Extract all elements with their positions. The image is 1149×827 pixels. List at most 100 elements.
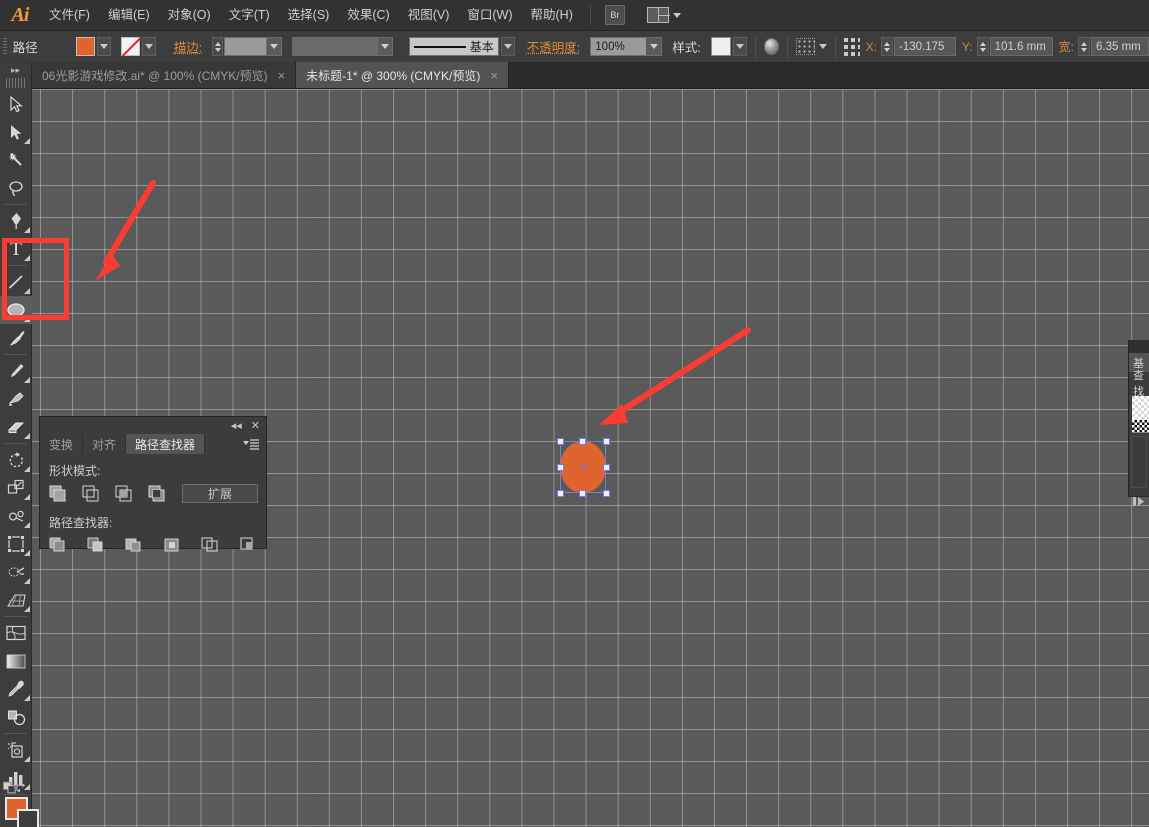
bbox-handle-tl[interactable] <box>557 438 564 445</box>
magic-wand-tool[interactable] <box>0 146 32 174</box>
collapse-icon[interactable]: ◂◂ <box>231 419 242 432</box>
pathfinder-expand-button[interactable]: 扩展 <box>182 484 258 503</box>
right-dock-content-area[interactable] <box>1131 436 1147 488</box>
bbox-handle-tr[interactable] <box>603 438 610 445</box>
rotate-tool[interactable] <box>0 446 32 474</box>
stroke-dropdown-button[interactable] <box>141 37 156 56</box>
x-stepper[interactable] <box>880 37 893 56</box>
pathfinder-intersect-button[interactable] <box>114 485 134 503</box>
menu-object[interactable]: 对象(O) <box>159 0 220 31</box>
scale-tool[interactable] <box>0 474 32 502</box>
pencil-tool[interactable] <box>0 357 32 385</box>
eyedropper-tool[interactable] <box>0 675 32 703</box>
pathfinder-merge-button[interactable] <box>124 536 144 554</box>
pathfinder-minus-back-button[interactable] <box>238 536 258 554</box>
eraser-tool[interactable] <box>0 413 32 441</box>
blob-brush-tool[interactable] <box>0 385 32 413</box>
pathfinder-crop-button[interactable] <box>162 536 182 554</box>
menu-edit[interactable]: 编辑(E) <box>99 0 159 31</box>
align-icon[interactable] <box>795 38 815 55</box>
paintbrush-tool[interactable] <box>0 324 32 352</box>
stroke-profile-combo[interactable] <box>291 37 393 56</box>
tools-panel-collapse-button[interactable]: ▸▸ <box>0 63 31 77</box>
style-dropdown-button[interactable] <box>732 37 747 56</box>
symbol-sprayer-tool[interactable] <box>0 736 32 764</box>
bbox-handle-mr[interactable] <box>603 464 610 471</box>
menu-divider <box>589 5 591 25</box>
free-transform-tool[interactable] <box>0 530 32 558</box>
pathfinder-exclude-button[interactable] <box>147 485 167 503</box>
selected-object[interactable] <box>555 436 610 497</box>
width-value-field[interactable]: 6.35 mm <box>1091 37 1149 56</box>
swap-fill-stroke-icon[interactable] <box>16 782 29 794</box>
pathfinder-panel: ◂◂ ✕ 变换 对齐 路径查找器 形状模式: 扩展 路径查找器: <box>39 416 267 552</box>
tool-stroke-swatch[interactable] <box>17 809 39 827</box>
pathfinder-unite-button[interactable] <box>48 485 68 503</box>
stroke-weight-dropdown-icon[interactable] <box>265 38 281 55</box>
reference-point-icon[interactable] <box>843 37 860 56</box>
bridge-icon[interactable]: Br <box>604 5 625 25</box>
document-tab-2[interactable]: 未标题-1* @ 300% (CMYK/预览) × <box>296 62 509 88</box>
shape-builder-tool[interactable] <box>0 558 32 586</box>
swatch-preview-dark-icon[interactable] <box>1132 420 1149 433</box>
tab-transform[interactable]: 变换 <box>40 434 84 454</box>
menu-effect[interactable]: 效果(C) <box>338 0 398 31</box>
recolor-artwork-icon[interactable] <box>763 38 779 55</box>
bbox-handle-br[interactable] <box>603 490 610 497</box>
bbox-handle-bl[interactable] <box>557 490 564 497</box>
right-dock-footer-icon[interactable] <box>1129 491 1149 511</box>
pathfinder-trim-button[interactable] <box>86 536 106 554</box>
mesh-tool[interactable] <box>0 619 32 647</box>
right-dock-titlebar[interactable] <box>1129 341 1149 353</box>
fill-color-swatch[interactable] <box>75 37 95 56</box>
width-stepper[interactable] <box>1078 37 1091 56</box>
menu-select[interactable]: 选择(S) <box>279 0 339 31</box>
default-fill-stroke-icon[interactable] <box>3 781 16 795</box>
stroke-color-swatch[interactable] <box>120 37 140 56</box>
fill-dropdown-button[interactable] <box>96 37 111 56</box>
close-icon[interactable]: ✕ <box>251 419 260 432</box>
lasso-tool[interactable] <box>0 174 32 202</box>
stroke-weight-stepper[interactable] <box>212 37 223 56</box>
close-icon[interactable]: × <box>490 68 498 83</box>
control-bar-grip[interactable] <box>0 31 9 63</box>
menu-type[interactable]: 文字(T) <box>220 0 279 31</box>
opacity-value-field[interactable]: 100% <box>590 37 663 56</box>
swatch-preview-light-icon[interactable] <box>1132 396 1149 420</box>
bbox-handle-bc[interactable] <box>579 490 586 497</box>
pathfinder-outline-button[interactable] <box>200 536 220 554</box>
menu-view[interactable]: 视图(V) <box>399 0 459 31</box>
pen-tool[interactable] <box>0 207 32 235</box>
close-icon[interactable]: × <box>278 68 286 83</box>
bbox-handle-ml[interactable] <box>557 464 564 471</box>
x-value-field[interactable]: -130.175 <box>893 37 956 56</box>
align-chevron-down-icon[interactable] <box>818 44 827 49</box>
graphic-style-swatch[interactable] <box>710 37 731 56</box>
y-stepper[interactable] <box>976 37 989 56</box>
panel-menu-icon[interactable] <box>243 434 266 454</box>
selection-tool[interactable] <box>0 90 32 118</box>
brush-definition-combo[interactable]: 基本 <box>408 37 499 56</box>
menu-help[interactable]: 帮助(H) <box>522 0 582 31</box>
direct-selection-tool[interactable] <box>0 118 32 146</box>
document-tab-1[interactable]: 06光影游戏修改.ai* @ 100% (CMYK/预览) × <box>32 62 297 88</box>
bbox-handle-tc[interactable] <box>579 438 586 445</box>
arrange-documents-button[interactable] <box>646 7 681 23</box>
opacity-dropdown-icon[interactable] <box>646 38 662 55</box>
pathfinder-divide-button[interactable] <box>48 536 68 554</box>
tab-pathfinder[interactable]: 路径查找器 <box>126 434 206 454</box>
gradient-tool[interactable] <box>0 647 32 675</box>
right-dock-tab-find[interactable]: 查找 <box>1129 370 1149 398</box>
pathfinder-minus-front-button[interactable] <box>81 485 101 503</box>
y-value-field[interactable]: 101.6 mm <box>989 37 1053 56</box>
stroke-profile-dropdown-icon[interactable] <box>376 38 392 55</box>
perspective-grid-tool[interactable] <box>0 586 32 614</box>
tools-panel-grip[interactable] <box>6 78 25 88</box>
stroke-weight-combo[interactable] <box>224 37 282 56</box>
tab-align[interactable]: 对齐 <box>83 434 127 454</box>
blend-tool[interactable] <box>0 703 32 731</box>
menu-file[interactable]: 文件(F) <box>40 0 99 31</box>
width-tool[interactable] <box>0 502 32 530</box>
brush-dropdown-button[interactable] <box>500 37 515 56</box>
menu-window[interactable]: 窗口(W) <box>458 0 521 31</box>
